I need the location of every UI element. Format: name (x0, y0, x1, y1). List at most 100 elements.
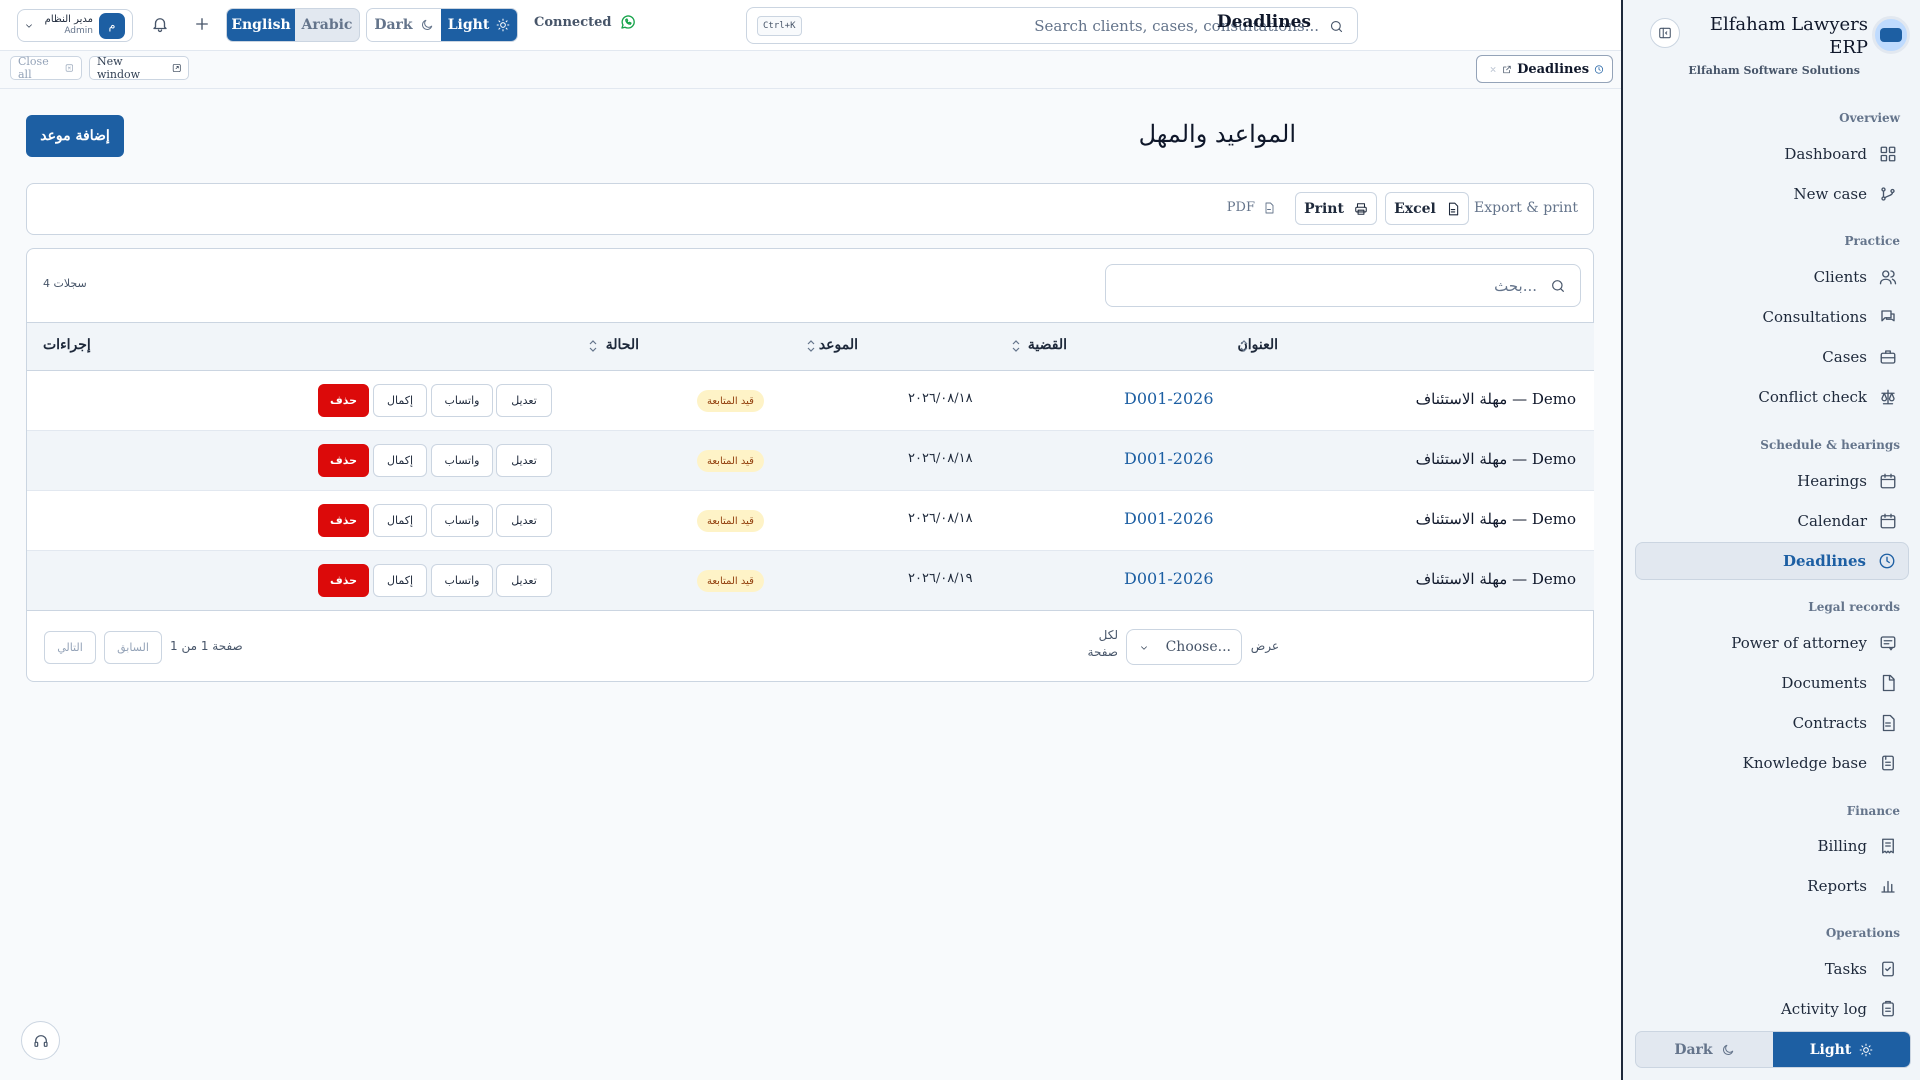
headset-icon (33, 1034, 48, 1047)
sidebar-item-calendar[interactable]: Calendar (1635, 502, 1909, 540)
column-status-header[interactable]: الحالة (606, 337, 639, 353)
complete-button[interactable]: إكمال (373, 444, 427, 477)
print-button[interactable]: Print (1295, 192, 1377, 225)
row-date: ٢٠٢٦/٠٨/١٨ (908, 391, 973, 406)
plus-icon[interactable] (193, 15, 211, 33)
search-icon (1330, 20, 1343, 33)
sidebar-item-tasks[interactable]: Tasks (1635, 950, 1909, 988)
export-label: Export & print (1474, 200, 1578, 216)
whatsapp-button[interactable]: واتساب (431, 564, 493, 597)
edit-button[interactable]: تعديل (496, 384, 552, 417)
sidebar-item-hearings[interactable]: Hearings (1635, 462, 1909, 500)
support-button[interactable] (21, 1021, 60, 1060)
sort-icon[interactable] (589, 340, 597, 352)
whatsapp-button[interactable]: واتساب (431, 384, 493, 417)
sidebar-item-label: Cases (1822, 348, 1867, 366)
sidebar-item-label: Reports (1807, 877, 1867, 895)
sidebar-theme-dark-button[interactable]: Dark (1636, 1032, 1773, 1067)
complete-button[interactable]: إكمال (373, 384, 427, 417)
theme-dark-button[interactable]: Dark (367, 9, 441, 41)
per-page-caption: لكل صفحة (1088, 627, 1118, 661)
per-page-select[interactable]: Choose... (1126, 629, 1242, 665)
sidebar-item-conflict-check[interactable]: Conflict check (1635, 378, 1909, 416)
tab-deadlines[interactable]: Deadlines (1476, 55, 1613, 83)
close-all-button[interactable]: Close all (10, 55, 82, 81)
sidebar-item-knowledge-base[interactable]: Knowledge base (1635, 744, 1909, 782)
sidebar: Elfaham Lawyers ERP Elfaham Software Sol… (1621, 0, 1920, 1080)
sidebar-item-billing[interactable]: Billing (1635, 827, 1909, 865)
row-case-link[interactable]: D001-2026 (1124, 509, 1214, 528)
sidebar-item-activity-log[interactable]: Activity log (1635, 990, 1909, 1028)
top-bar: مدير النظام Admin م English Arabic Dark … (0, 0, 1621, 51)
delete-button[interactable]: حذف (318, 384, 369, 417)
sidebar-item-power-of-attorney[interactable]: Power of attorney (1635, 624, 1909, 662)
table-search-input[interactable]: بحث... (1494, 277, 1537, 295)
next-page-button[interactable]: التالي (44, 631, 96, 664)
sidebar-item-new-case[interactable]: New case (1635, 175, 1909, 213)
user-menu[interactable]: مدير النظام Admin م (17, 9, 133, 42)
sidebar-item-contracts[interactable]: Contracts (1635, 704, 1909, 742)
pdf-button[interactable]: PDF (1227, 200, 1275, 215)
table-row: مهلة الاستئناف — Demo D001-2026 ٢٠٢٦/٠٨/… (27, 431, 1594, 491)
column-case-header[interactable]: القضية (1028, 337, 1067, 353)
bell-icon[interactable] (151, 15, 169, 33)
external-window-icon (172, 64, 181, 72)
external-link-icon[interactable] (1502, 64, 1512, 75)
delete-button[interactable]: حذف (318, 504, 369, 537)
delete-button[interactable]: حذف (318, 444, 369, 477)
sidebar-item-label: Calendar (1797, 512, 1867, 530)
close-icon[interactable] (1489, 65, 1497, 74)
clipboard-icon (1882, 1000, 1894, 1017)
new-window-button[interactable]: New window (89, 55, 189, 81)
users-icon (1879, 270, 1897, 285)
row-case-link[interactable]: D001-2026 (1124, 449, 1214, 468)
pdf-label: PDF (1226, 200, 1255, 215)
sidebar-theme-light-label: Light (1809, 1041, 1852, 1058)
scale-icon (1881, 389, 1895, 405)
file-icon (1882, 674, 1895, 692)
row-title: مهلة الاستئناف — Demo (1415, 390, 1576, 408)
sidebar-item-reports[interactable]: Reports (1635, 867, 1909, 905)
edit-button[interactable]: تعديل (496, 444, 552, 477)
complete-button[interactable]: إكمال (373, 504, 427, 537)
app-name: Elfaham Lawyers ERP (1709, 14, 1868, 58)
whatsapp-button[interactable]: واتساب (431, 444, 493, 477)
page-info: صفحة 1 من 1 (170, 639, 243, 653)
edit-button[interactable]: تعديل (496, 564, 552, 597)
sidebar-item-consultations[interactable]: Consultations (1635, 298, 1909, 336)
delete-button[interactable]: حذف (318, 564, 369, 597)
dashboard-icon (1880, 146, 1896, 162)
connection-status: Connected (534, 13, 637, 31)
sidebar-theme-light-button[interactable]: Light (1773, 1032, 1910, 1067)
row-case-link[interactable]: D001-2026 (1124, 389, 1214, 408)
status-badge: قيد المتابعة (697, 390, 764, 412)
excel-label: Excel (1394, 200, 1436, 217)
excel-button[interactable]: Excel (1385, 192, 1469, 225)
column-date-header[interactable]: الموعد (819, 337, 858, 353)
status-badge: قيد المتابعة (697, 570, 764, 592)
prev-page-button[interactable]: السابق (104, 631, 162, 664)
sidebar-item-dashboard[interactable]: Dashboard (1635, 135, 1909, 173)
sidebar-item-clients[interactable]: Clients (1635, 258, 1909, 296)
sort-icon[interactable] (1240, 340, 1248, 352)
close-all-label: Close all (18, 55, 49, 81)
add-deadline-button[interactable]: إضافة موعد (26, 115, 124, 157)
close-box-icon (66, 64, 74, 72)
sidebar-item-cases[interactable]: Cases (1635, 338, 1909, 376)
lang-english-button[interactable]: English (227, 9, 295, 41)
lang-arabic-button[interactable]: Arabic (295, 9, 359, 41)
complete-button[interactable]: إكمال (373, 564, 427, 597)
sidebar-item-label: Contracts (1792, 714, 1867, 732)
edit-button[interactable]: تعديل (496, 504, 552, 537)
collapse-sidebar-button[interactable] (1650, 18, 1680, 48)
search-shortcut-hint: Ctrl+K (757, 16, 802, 36)
sort-icon[interactable] (807, 340, 815, 352)
sidebar-item-deadlines[interactable]: Deadlines (1635, 542, 1909, 580)
sidebar-item-documents[interactable]: Documents (1635, 664, 1909, 702)
row-case-link[interactable]: D001-2026 (1124, 569, 1214, 588)
sidebar-item-label: Dashboard (1784, 145, 1867, 163)
whatsapp-button[interactable]: واتساب (431, 504, 493, 537)
sort-icon[interactable] (1012, 340, 1020, 352)
table-search-box[interactable]: بحث... (1105, 264, 1581, 307)
theme-light-button[interactable]: Light (441, 9, 517, 41)
